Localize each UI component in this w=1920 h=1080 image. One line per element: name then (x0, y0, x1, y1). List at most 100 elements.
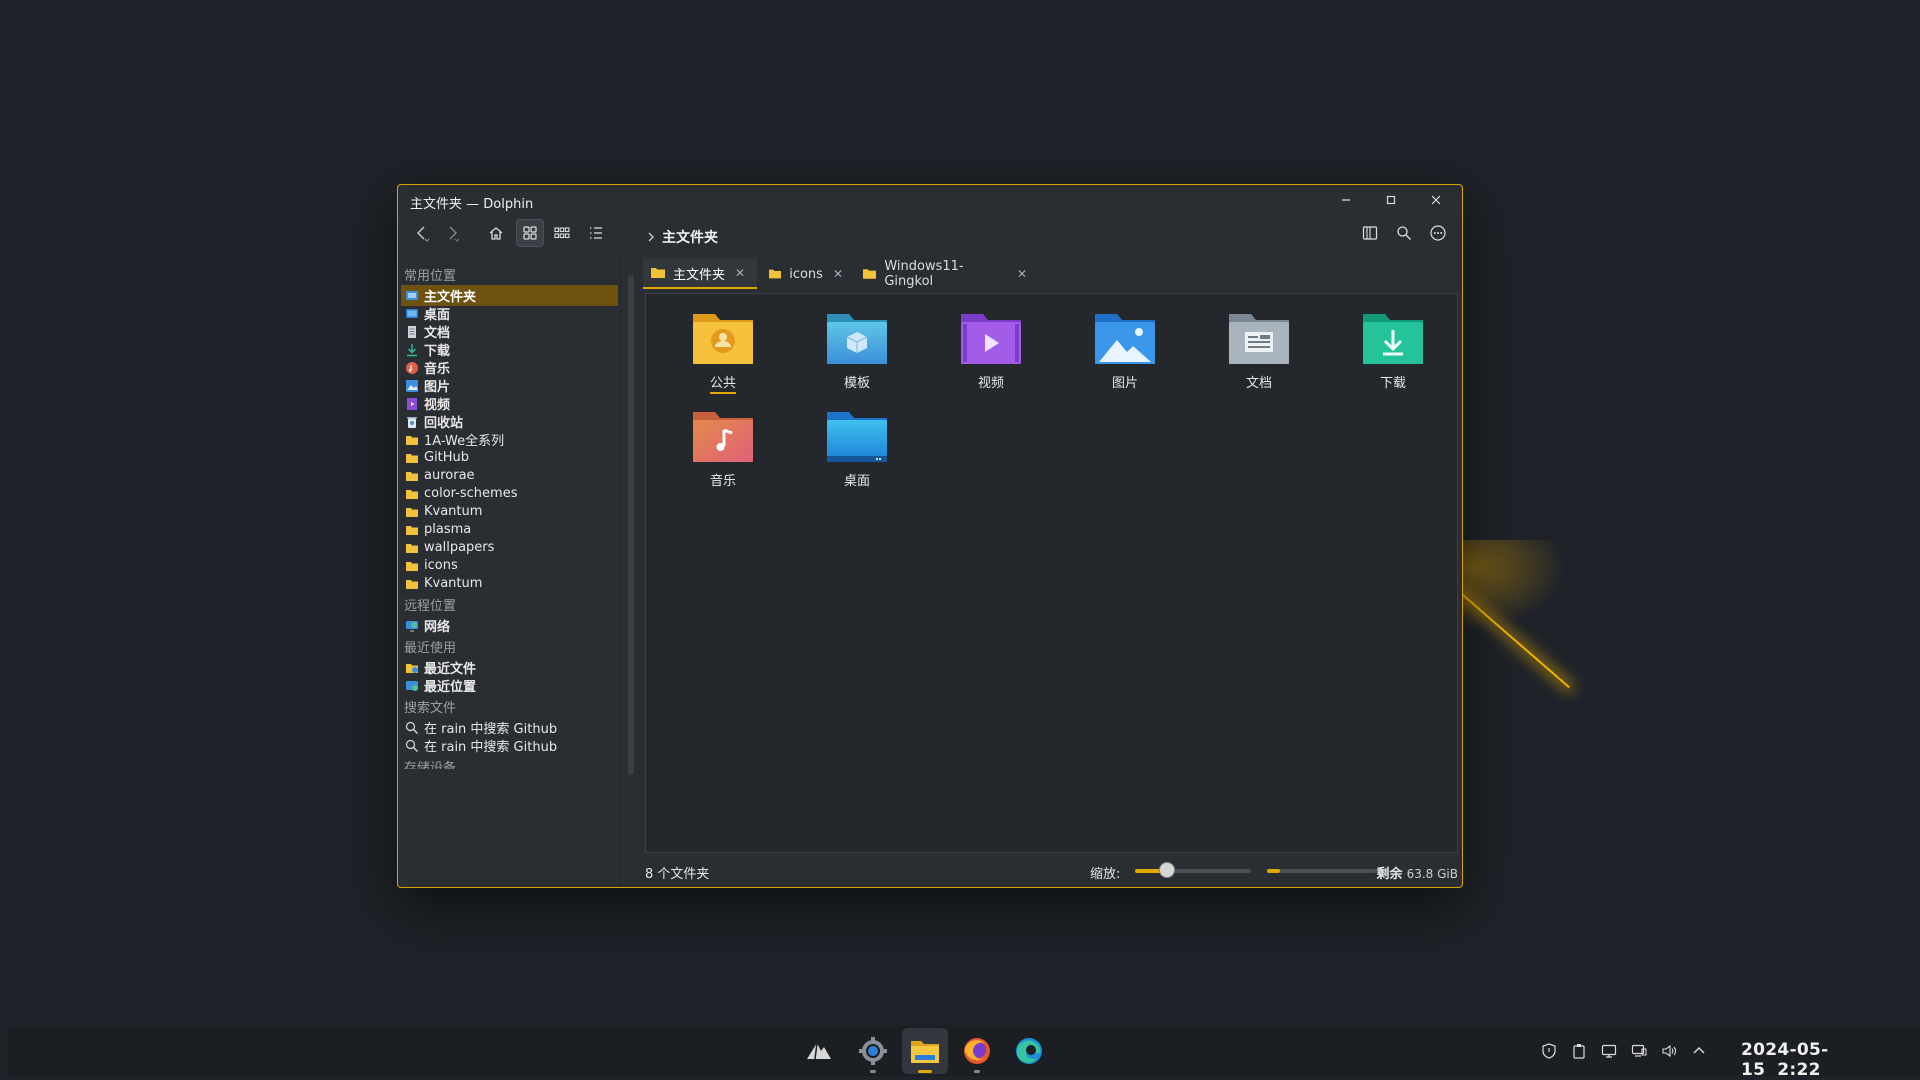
tab-home[interactable]: 主文件夹 ✕ (643, 259, 757, 289)
tray-clipboard[interactable] (1568, 1040, 1590, 1062)
window-title: 主文件夹 — Dolphin (410, 197, 534, 212)
taskbar-edge[interactable] (1006, 1028, 1052, 1074)
breadcrumb-home[interactable]: 主文件夹 (662, 227, 718, 247)
home-button[interactable] (482, 219, 510, 247)
minimize-button[interactable] (1331, 189, 1361, 211)
file-item-templates[interactable]: 模板 (802, 310, 912, 391)
title-bar: 主文件夹 — Dolphin (398, 185, 1462, 215)
file-manager-icon (911, 1041, 939, 1063)
folder-icon (406, 543, 418, 553)
sidebar-item-label: aurorae (424, 468, 475, 483)
sidebar-scrollbar[interactable] (628, 275, 634, 775)
tray-security[interactable] (1538, 1040, 1560, 1062)
file-item-documents[interactable]: 文档 (1204, 310, 1314, 391)
folder-icon (406, 489, 418, 499)
pictures-folder-icon (1095, 314, 1155, 364)
public-folder-icon (693, 314, 753, 364)
file-item-music[interactable]: 音乐 (668, 408, 778, 489)
recent-places-icon (406, 680, 418, 691)
breadcrumb[interactable]: 主文件夹 (646, 227, 718, 247)
search-icon (405, 739, 418, 752)
icons-view-button[interactable] (516, 219, 544, 247)
back-button[interactable] (408, 219, 436, 247)
tab-label: icons (789, 266, 823, 282)
free-space-prefix: 剩余 (1376, 867, 1403, 882)
free-space-value: 63.8 GiB (1406, 867, 1458, 881)
tray-display[interactable] (1598, 1040, 1620, 1062)
toolbar: 主文件夹 (398, 215, 1462, 251)
file-item-label: 下载 (1379, 376, 1406, 391)
compact-view-button[interactable] (548, 219, 576, 247)
running-indicator (918, 1070, 932, 1073)
arrow-left-icon (417, 226, 430, 242)
split-view-button[interactable] (1356, 219, 1384, 247)
file-item-videos[interactable]: 视频 (936, 310, 1046, 391)
sidebar-item-label: color-schemes (424, 486, 518, 501)
tray-expand[interactable] (1688, 1040, 1710, 1062)
sidebar-item-recent-places[interactable]: 最近位置 (401, 675, 618, 696)
tab-icons[interactable]: icons ✕ (761, 259, 851, 289)
clipboard-icon (1573, 1044, 1585, 1059)
videos-folder-icon (961, 314, 1021, 364)
zoom-slider-handle[interactable] (1159, 862, 1176, 878)
close-button[interactable] (1421, 189, 1451, 211)
maximize-button[interactable] (1376, 189, 1406, 211)
document-icon (408, 325, 416, 338)
file-item-label: 桌面 (843, 474, 870, 489)
file-item-label: 模板 (843, 376, 870, 391)
file-item-label: 文档 (1245, 376, 1272, 391)
tab-label: Windows11-Gingkol (884, 259, 964, 289)
details-view-button[interactable] (582, 219, 610, 247)
sidebar-item-label: Kvantum (424, 504, 483, 519)
sidebar-item-folder[interactable]: Kvantum (401, 573, 618, 594)
tab-windows11-gingkol[interactable]: Windows11-Gingkol ✕ (855, 259, 1035, 289)
menu-button[interactable] (1424, 219, 1452, 247)
video-icon (407, 397, 417, 410)
folder-icon (406, 435, 418, 445)
close-tab-icon[interactable]: ✕ (1017, 267, 1027, 281)
volume-icon (1662, 1044, 1677, 1058)
sidebar-item-label: GitHub (424, 450, 470, 465)
clock[interactable]: 2024-05-15 2:22 (1741, 1040, 1920, 1080)
more-options-icon (1430, 225, 1446, 241)
zoom-label: 缩放: (1090, 867, 1121, 882)
taskbar-firefox[interactable] (954, 1028, 1000, 1074)
sidebar-item-label: 在 rain 中搜索 Github (424, 740, 558, 755)
file-item-downloads[interactable]: 下载 (1338, 310, 1448, 391)
folder-icon (406, 561, 418, 571)
sidebar-item-label: wallpapers (424, 540, 495, 555)
file-item-pictures[interactable]: 图片 (1070, 310, 1180, 391)
sidebar-item-network[interactable]: 网络 (401, 615, 618, 636)
taskbar-launcher[interactable] (796, 1028, 842, 1074)
music-icon (406, 361, 418, 374)
split-view-icon (1362, 226, 1378, 240)
taskbar-file-manager[interactable] (902, 1028, 948, 1074)
tray-volume[interactable] (1658, 1040, 1680, 1062)
shield-icon (1542, 1043, 1556, 1059)
close-tab-icon[interactable]: ✕ (833, 267, 843, 281)
search-button[interactable] (1390, 219, 1418, 247)
forward-button[interactable] (438, 219, 466, 247)
item-count: 8 个文件夹 (645, 867, 710, 882)
maximize-icon (1386, 195, 1396, 205)
section-devices: 存储设备 (404, 761, 457, 769)
file-item-public[interactable]: 公共 (668, 310, 778, 394)
desktop-icon (406, 308, 418, 318)
file-item-desktop[interactable]: 桌面 (802, 408, 912, 489)
folder-icon (769, 269, 782, 279)
sidebar-item-search[interactable]: 在 rain 中搜索 Github (401, 735, 618, 756)
minimize-icon (1342, 199, 1350, 201)
close-tab-icon[interactable]: ✕ (735, 266, 745, 280)
folder-icon (406, 579, 418, 589)
file-item-label: 图片 (1111, 376, 1138, 391)
tray-network[interactable] (1628, 1040, 1650, 1062)
free-space-bar (1267, 869, 1377, 873)
file-view[interactable]: 公共 模板 视频 图片 文档 下载 音乐 桌面 (645, 293, 1458, 853)
sidebar-item-label: Kvantum (424, 576, 483, 591)
display-icon (1601, 1044, 1617, 1058)
zoom-slider[interactable] (1135, 862, 1251, 878)
sidebar-divider (620, 253, 621, 887)
taskbar-settings[interactable] (850, 1028, 896, 1074)
network-icon (1631, 1044, 1647, 1057)
running-indicator (974, 1070, 980, 1073)
